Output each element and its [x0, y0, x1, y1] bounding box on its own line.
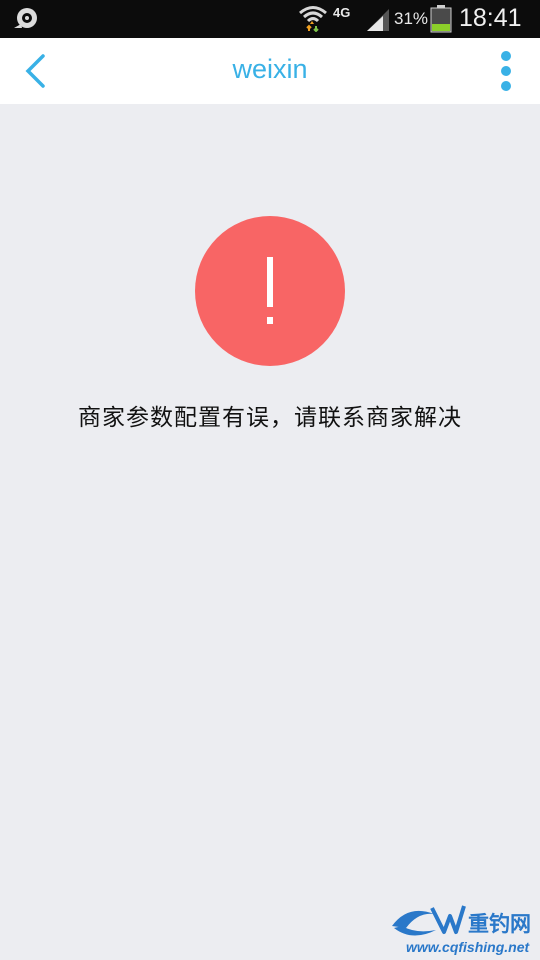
wifi-icon: [299, 6, 327, 32]
status-bar: 4G 31% 18:41: [0, 0, 540, 38]
page-title: weixin: [232, 54, 308, 84]
signal-strength-icon: [367, 9, 389, 31]
error-message: 商家参数配置有误，请联系商家解决: [78, 405, 462, 431]
fish-logo-icon: [392, 905, 466, 936]
network-type-label: 4G: [333, 5, 351, 20]
battery-percent: 31%: [394, 9, 429, 28]
notification-app-icon: [14, 8, 37, 28]
watermark-url: www.cqfishing.net: [406, 939, 530, 955]
battery-icon: [430, 5, 452, 33]
overflow-menu-button[interactable]: [486, 48, 526, 94]
watermark-brand: 重钓网: [468, 912, 531, 936]
watermark: 重钓网 www.cqfishing.net: [384, 898, 540, 960]
exclamation-icon: [267, 257, 273, 324]
app-bar: weixin: [0, 38, 540, 104]
clock: 18:41: [459, 4, 522, 32]
error-alert-icon: [195, 216, 345, 366]
more-vertical-icon: [501, 51, 511, 91]
